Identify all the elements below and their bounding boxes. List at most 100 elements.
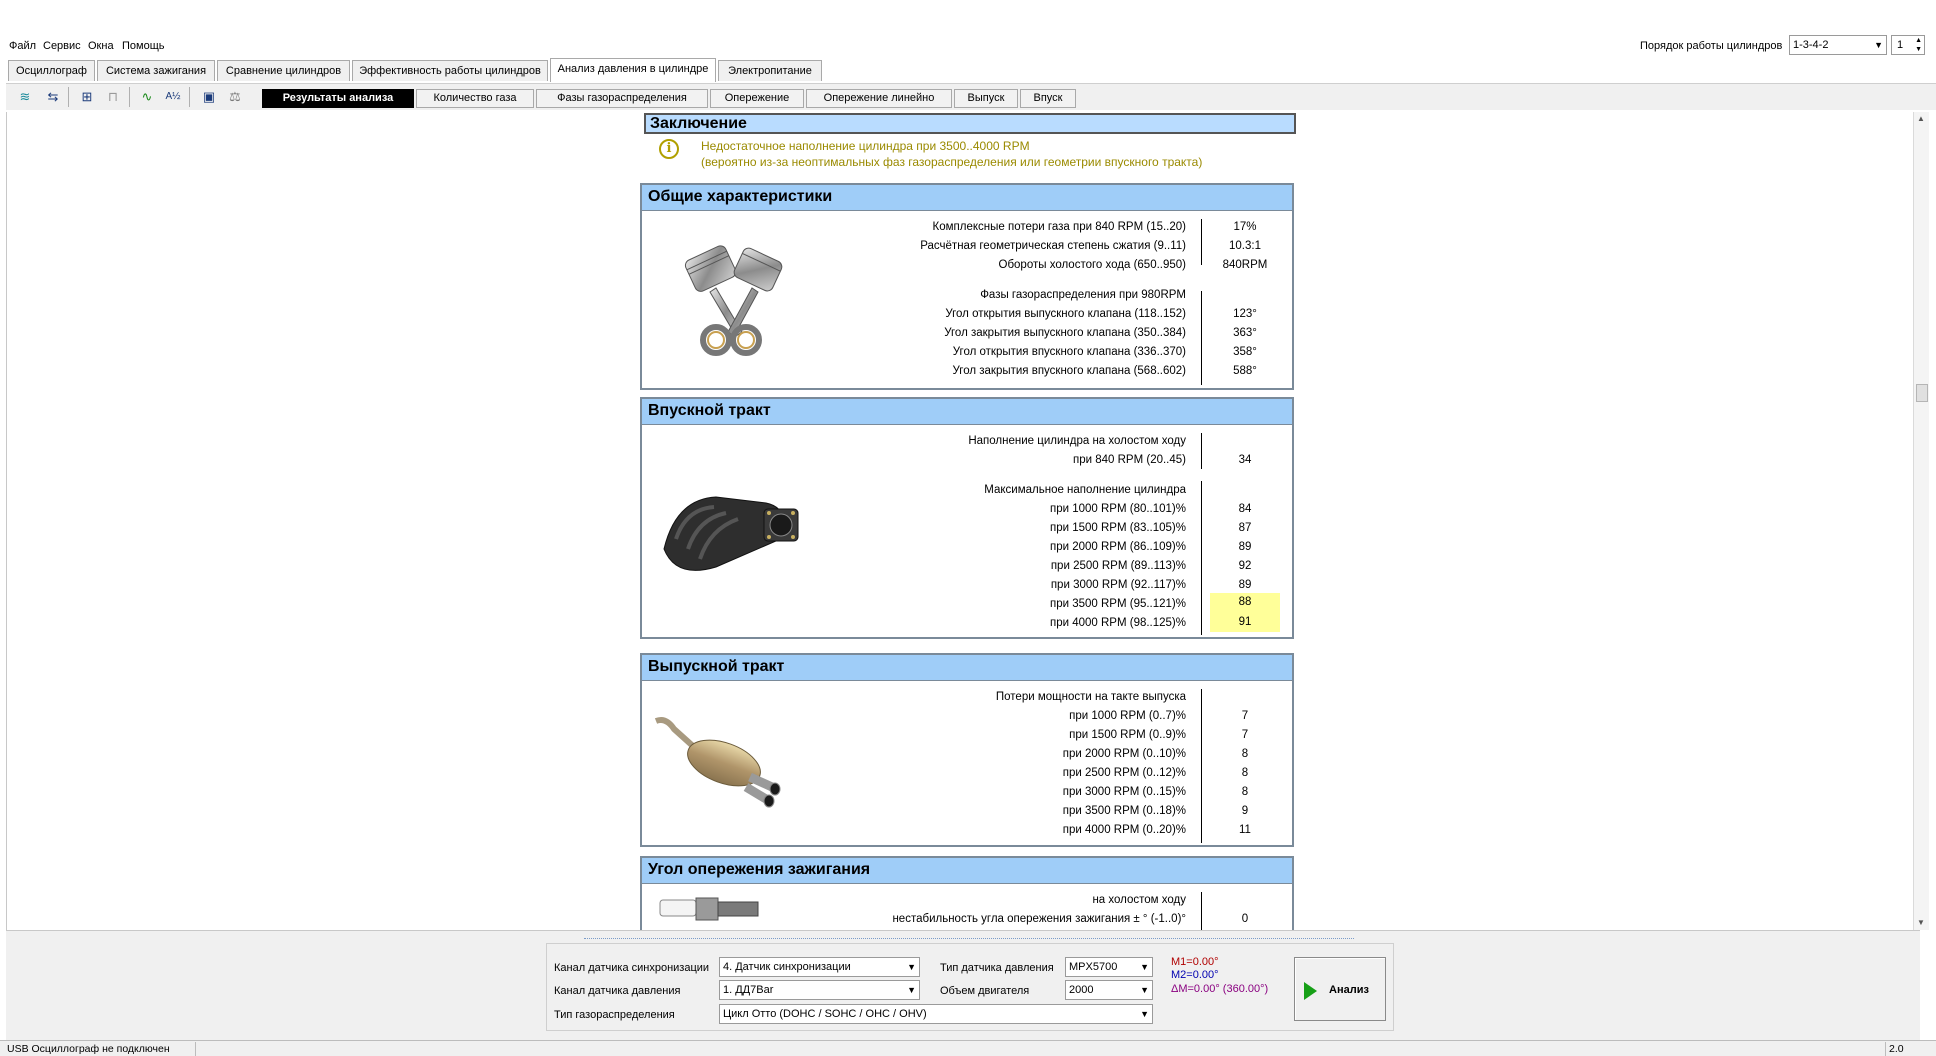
subtab-gas-amount[interactable]: Количество газа: [416, 89, 534, 108]
spin-down-icon[interactable]: ▼: [1915, 46, 1922, 54]
pressure-channel-select[interactable]: 1. ДД7Bar ▼: [719, 980, 920, 1000]
scale-disabled-icon[interactable]: ⊓: [102, 86, 124, 108]
main-tabs: Осциллограф Система зажигания Сравнение …: [0, 58, 1936, 82]
row-value: 84: [1238, 503, 1252, 515]
menu-file[interactable]: Файл: [9, 40, 36, 52]
tab-cylinder-efficiency[interactable]: Эффективность работы цилиндров: [352, 60, 548, 81]
muffler-illustration: [654, 717, 781, 808]
sensor-type-select[interactable]: MPX5700 ▼: [1065, 957, 1153, 977]
row-value: 92: [1238, 560, 1252, 572]
row-label: Фазы газораспределения при 980RPM: [980, 289, 1186, 301]
row-value-highlighted: 91: [1210, 612, 1280, 632]
marker-m1: M1=0.00°: [1171, 956, 1219, 968]
play-icon: [1304, 982, 1317, 1000]
sensor-type-label: Тип датчика давления: [940, 962, 1054, 974]
algorithm-icon[interactable]: A½: [162, 86, 184, 108]
row-label: при 2000 RPM (86..109)%: [1049, 541, 1186, 553]
save-icon[interactable]: ▣: [198, 86, 220, 108]
subtab-exhaust[interactable]: Выпуск: [954, 89, 1018, 108]
menu-service[interactable]: Сервис: [43, 40, 81, 52]
row-label: Потери мощности на такте выпуска: [995, 691, 1186, 703]
scroll-thumb[interactable]: [1916, 384, 1928, 402]
valve-type-select[interactable]: Цикл Отто (DOHC / SOHC / OHC / OHV) ▼: [719, 1004, 1153, 1024]
subtab-advance[interactable]: Опережение: [710, 89, 804, 108]
tab-cylinder-compare[interactable]: Сравнение цилиндров: [217, 60, 350, 81]
subtab-results[interactable]: Результаты анализа: [262, 89, 414, 108]
chevron-down-icon: ▼: [1140, 1009, 1149, 1019]
row-label: при 3500 RPM (0..18)%: [1062, 805, 1186, 817]
row-value: 7: [1241, 729, 1249, 741]
analyze-button-label: Анализ: [1329, 984, 1369, 996]
divider: [1201, 433, 1202, 469]
section-exhaust-title: Выпускной тракт: [642, 655, 1292, 681]
chevron-down-icon: ▼: [907, 962, 916, 972]
chevron-down-icon: ▼: [1874, 40, 1883, 50]
menu-windows[interactable]: Окна: [88, 40, 114, 52]
row-value: 0: [1241, 913, 1249, 925]
cylinder-number-spinner[interactable]: 1 ▲ ▼: [1891, 35, 1925, 55]
row-label: Комплексные потери газа при 840 RPM (15.…: [932, 221, 1186, 233]
analyze-button[interactable]: Анализ: [1294, 957, 1386, 1021]
scope-icon[interactable]: ≋: [14, 86, 36, 108]
row-label: при 1500 RPM (0..9)%: [1069, 729, 1186, 741]
cylinder-order-label: Порядок работы цилиндров: [1640, 40, 1783, 52]
row-label: Угол открытия впускного клапана (336..37…: [952, 346, 1186, 358]
row-label: при 2500 RPM (89..113)%: [1050, 560, 1186, 572]
row-value: 7: [1241, 710, 1249, 722]
subtab-intake[interactable]: Впуск: [1020, 89, 1076, 108]
row-label: при 2500 RPM (0..12)%: [1062, 767, 1186, 779]
row-label: при 4000 RPM (0..20)%: [1062, 824, 1186, 836]
subtab-advance-linear[interactable]: Опережение линейно: [806, 89, 952, 108]
row-label: при 3500 RPM (95..121)%: [1049, 598, 1186, 610]
section-ignition: Угол опережения зажигания на холостом хо…: [640, 856, 1294, 932]
title-area: [0, 0, 1936, 34]
section-general-title: Общие характеристики: [642, 185, 1292, 211]
row-value: 8: [1241, 748, 1249, 760]
status-version: 2.0: [1889, 1043, 1904, 1055]
sensor-type-value: MPX5700: [1069, 961, 1118, 973]
toolbar: ≋ ⇆ ⊞ ⊓ ∿ A½ ▣ ⚖ Результаты анализа Коли…: [6, 83, 1936, 110]
row-value: 123°: [1233, 308, 1257, 320]
toolbar-separator: [129, 87, 130, 107]
row-label: Угол закрытия впускного клапана (568..60…: [952, 365, 1186, 377]
tab-pressure-analysis[interactable]: Анализ давления в цилиндре: [550, 58, 716, 82]
row-label: Расчётная геометрическая степень сжатия …: [920, 240, 1186, 252]
line-graph-icon[interactable]: ∿: [136, 86, 158, 108]
row-value: 9: [1241, 805, 1249, 817]
section-intake: Впускной тракт Наполнение цилиндра на хо…: [640, 397, 1294, 639]
info-icon: i: [659, 139, 679, 159]
auto-scale-icon[interactable]: ⊞: [76, 86, 98, 108]
row-label: при 2000 RPM (0..10)%: [1062, 748, 1186, 760]
subtab-valve-timing[interactable]: Фазы газораспределения: [536, 89, 708, 108]
divider: [1201, 892, 1202, 932]
splitter[interactable]: [584, 935, 1354, 939]
vertical-scrollbar[interactable]: ▲ ▼: [1913, 112, 1929, 930]
tab-ignition[interactable]: Система зажигания: [97, 60, 215, 81]
status-connection: USB Осциллограф не подключен: [4, 1042, 196, 1056]
scroll-up-icon[interactable]: ▲: [1917, 114, 1925, 123]
marker-delta: ΔM=0.00° (360.00°): [1171, 983, 1269, 995]
status-bar: USB Осциллограф не подключен 2.0: [0, 1040, 1936, 1056]
scroll-down-icon[interactable]: ▼: [1917, 918, 1925, 927]
piston-illustration: [684, 245, 783, 356]
sync-channel-select[interactable]: 4. Датчик синхронизации ▼: [719, 957, 920, 977]
row-label: Угол закрытия выпускного клапана (350..3…: [944, 327, 1186, 339]
row-value: 8: [1241, 767, 1249, 779]
cylinder-order-select[interactable]: 1-3-4-2 ▼: [1789, 35, 1887, 55]
tab-oscilloscope[interactable]: Осциллограф: [8, 60, 95, 81]
spin-up-icon[interactable]: ▲: [1915, 37, 1922, 45]
row-value: 363°: [1233, 327, 1257, 339]
compare-icon[interactable]: ⚖: [224, 86, 246, 108]
menu-help[interactable]: Помощь: [122, 40, 165, 52]
row-value: 10.3:1: [1229, 240, 1261, 252]
engine-volume-select[interactable]: 2000 ▼: [1065, 980, 1153, 1000]
scale-icon[interactable]: ⇆: [42, 86, 64, 108]
divider: [1201, 291, 1202, 385]
row-value: 34: [1238, 454, 1252, 466]
row-value-highlighted: 88: [1210, 593, 1280, 612]
tab-power[interactable]: Электропитание: [718, 60, 822, 81]
cylinder-order-value: 1-3-4-2: [1793, 39, 1829, 51]
section-ignition-title: Угол опережения зажигания: [642, 858, 1292, 884]
pressure-channel-label: Канал датчика давления: [554, 985, 681, 997]
conclusion-header: Заключение: [644, 113, 1296, 134]
